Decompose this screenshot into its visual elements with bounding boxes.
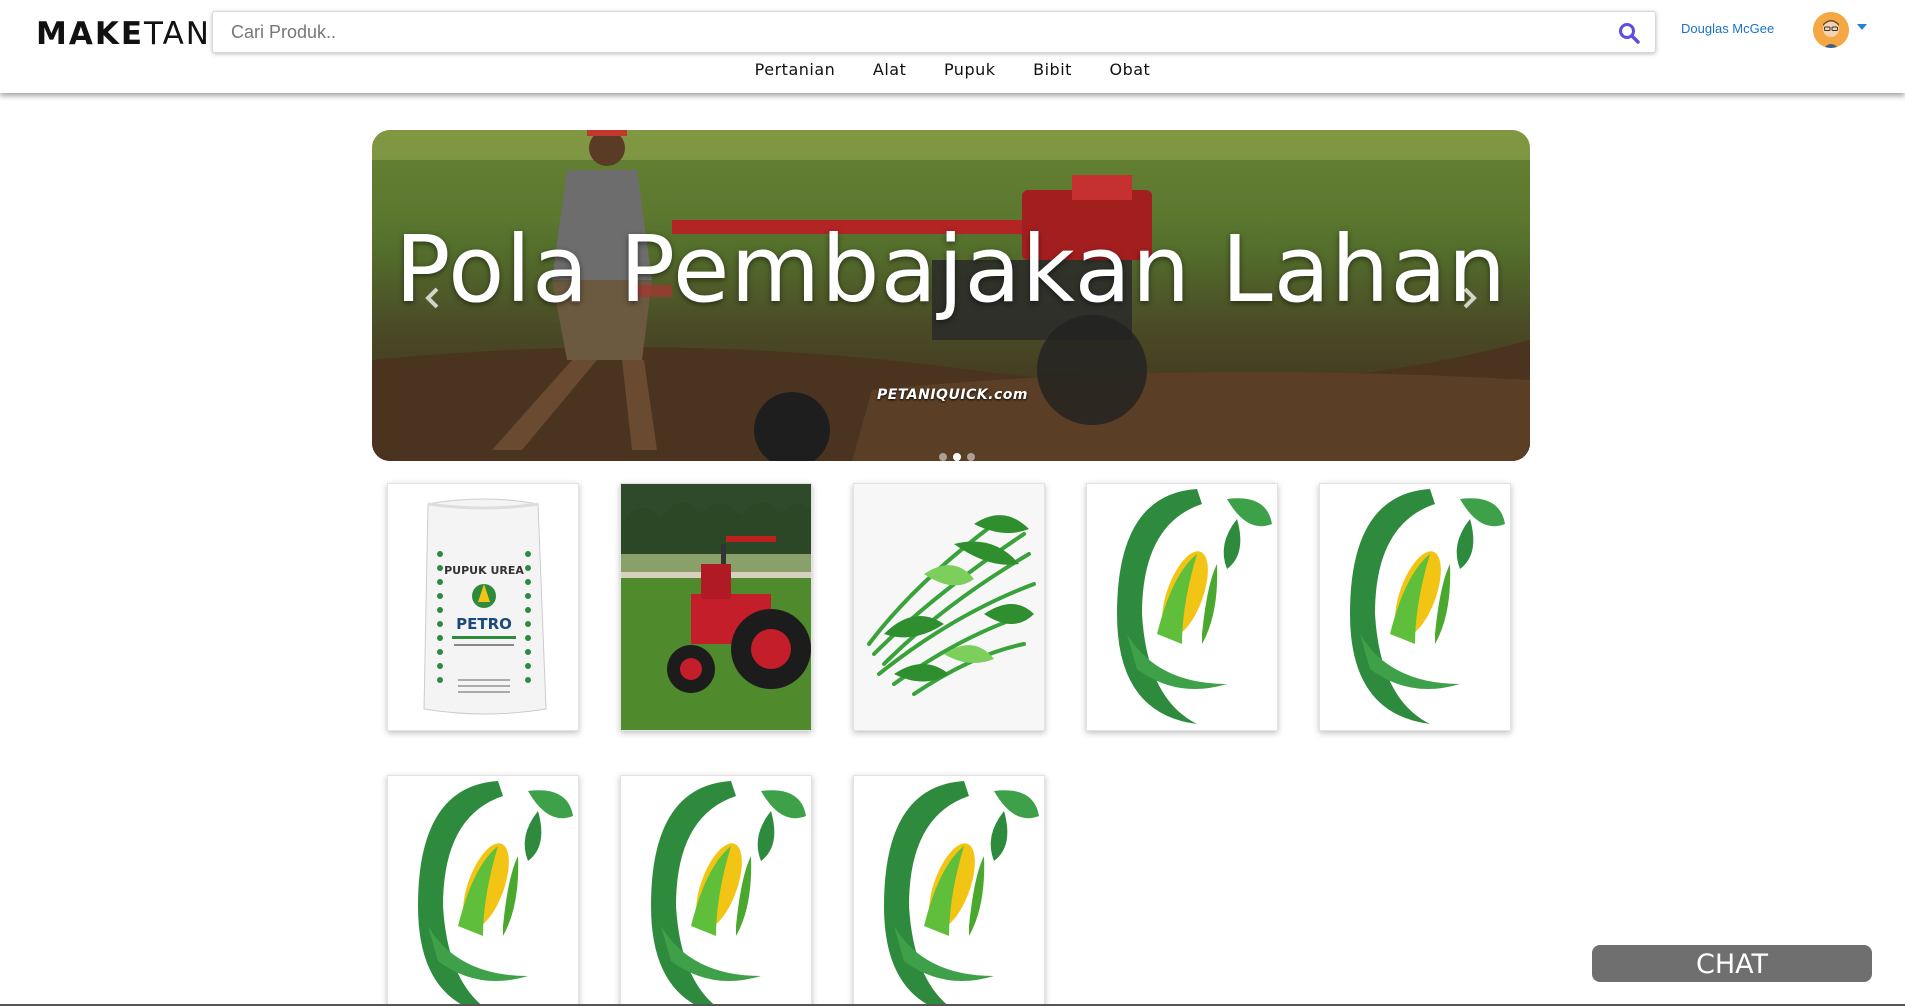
corn-logo-icon [1087,484,1277,730]
carousel-dot-3[interactable] [967,453,975,461]
logo-bold: MAKE [36,16,145,52]
kangkung-image [854,484,1044,730]
product-card-pupuk-urea[interactable]: PUPUK UREA PETRO [387,483,579,731]
search-bar [212,11,1656,53]
nav-item-bibit[interactable]: Bibit [1033,60,1072,79]
avatar-face-icon [1813,12,1849,48]
search-input[interactable] [231,12,1591,52]
pupuk-bag-brand: PETRO [456,615,512,633]
product-card-kangkung[interactable] [853,483,1045,731]
corn-logo-icon [621,776,811,1006]
product-card-4[interactable] [1086,483,1278,731]
search-icon[interactable] [1617,21,1641,45]
corn-logo-icon [854,776,1044,1006]
banner-carousel[interactable]: Pola Pembajakan Lahan PETANIQUICK.com [372,130,1530,461]
corn-logo-icon [388,776,578,1006]
product-card-5[interactable] [1319,483,1511,731]
site-logo[interactable]: MAKETAN [36,16,211,52]
header: MAKETAN Douglas McGee Pertanian Alat P [0,0,1905,93]
banner-title: Pola Pembajakan Lahan [394,216,1508,323]
corn-logo-icon [1320,484,1510,730]
tractor-image [621,484,811,730]
nav-item-obat[interactable]: Obat [1110,60,1151,79]
product-card-6[interactable] [387,775,579,1006]
product-card-tractor[interactable] [620,483,812,731]
user-menu-chevron-down-icon[interactable] [1857,24,1867,30]
nav-item-alat[interactable]: Alat [873,60,906,79]
carousel-next-chevron-right-icon[interactable] [1458,285,1480,311]
nav-item-pertanian[interactable]: Pertanian [755,60,836,79]
chat-button[interactable]: CHAT [1592,945,1872,982]
logo-light: TAN [144,16,211,52]
pupuk-bag-title: PUPUK UREA [444,564,524,577]
banner-watermark: PETANIQUICK.com [877,387,1028,403]
carousel-prev-chevron-left-icon[interactable] [422,285,444,311]
product-card-7[interactable] [620,775,812,1006]
pupuk-bag-image: PUPUK UREA PETRO [388,484,578,730]
category-nav: Pertanian Alat Pupuk Bibit Obat [0,60,1905,79]
carousel-dot-2[interactable] [953,453,961,461]
user-avatar[interactable] [1813,12,1849,48]
user-name-link[interactable]: Douglas McGee [1681,21,1774,36]
carousel-indicators [936,446,978,461]
nav-item-pupuk[interactable]: Pupuk [944,60,996,79]
product-card-8[interactable] [853,775,1045,1006]
carousel-dot-1[interactable] [939,453,947,461]
page: MAKETAN Douglas McGee Pertanian Alat P [0,0,1905,1006]
